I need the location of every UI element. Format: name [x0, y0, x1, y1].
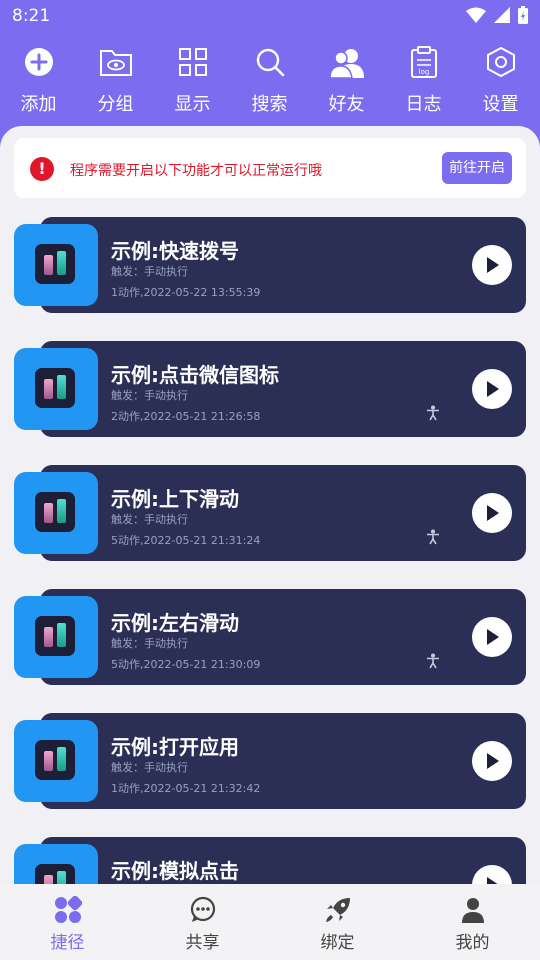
friends-icon	[329, 49, 364, 78]
gear-hex-icon	[486, 46, 515, 78]
run-button[interactable]	[472, 617, 512, 657]
shortcuts-icon	[54, 896, 82, 923]
card-title: 示例:打开应用	[111, 735, 239, 759]
card-meta: 1动作,2022-05-22 13:55:39	[111, 286, 261, 299]
run-button[interactable]	[472, 245, 512, 285]
log-icon: log	[410, 46, 437, 78]
card-trigger: 触发：手动执行	[111, 761, 188, 774]
play-icon	[487, 505, 499, 521]
nav-label: 我的	[455, 933, 490, 953]
status-icons	[466, 6, 528, 24]
nav-label: 共享	[185, 933, 220, 953]
toolbar: 添加 分组 显示 搜索 好友 log 日志 设置	[0, 42, 540, 120]
card-trigger: 触发：手动执行	[111, 637, 188, 650]
accessibility-icon	[427, 529, 439, 545]
accessibility-icon	[427, 653, 439, 669]
shortcut-card[interactable]: 示例:上下滑动触发：手动执行 5动作,2022-05-21 21:31:24	[14, 465, 526, 561]
shortcut-app-icon	[14, 720, 98, 802]
nav-mine[interactable]: 我的	[405, 884, 540, 960]
play-icon	[487, 629, 499, 645]
nav-label: 捷径	[50, 933, 85, 953]
shortcut-card[interactable]: 示例:点击微信图标触发：手动执行 2动作,2022-05-21 21:26:58	[14, 341, 526, 437]
search-icon	[256, 48, 284, 77]
shortcut-app-icon	[14, 472, 98, 554]
shortcut-card[interactable]: 示例:左右滑动触发：手动执行 5动作,2022-05-21 21:30:09	[14, 589, 526, 685]
plus-circle-icon	[24, 48, 53, 76]
tool-log[interactable]: log 日志	[385, 42, 462, 120]
nav-bind[interactable]: 绑定	[270, 884, 405, 960]
shortcut-app-icon	[14, 844, 98, 886]
play-icon	[487, 381, 499, 397]
play-icon	[487, 257, 499, 273]
status-bar: 8:21	[0, 0, 540, 34]
card-title: 示例:左右滑动	[111, 611, 239, 635]
rocket-icon	[325, 898, 350, 922]
signal-icon	[494, 7, 510, 23]
run-button[interactable]	[472, 741, 512, 781]
nav-shortcuts[interactable]: 捷径	[0, 884, 135, 960]
tool-display[interactable]: 显示	[154, 42, 231, 120]
card-meta: 5动作,2022-05-21 21:31:24	[111, 534, 261, 547]
nav-label: 绑定	[320, 933, 355, 953]
card-meta: 1动作,2022-05-21 21:32:42	[111, 782, 261, 795]
card-trigger: 触发：手动执行	[111, 389, 188, 402]
bottom-nav: 捷径 共享 绑定 我的	[0, 884, 540, 960]
shortcut-app-icon	[14, 596, 98, 678]
tool-group[interactable]: 分组	[77, 42, 154, 120]
card-trigger: 触发：手动执行	[111, 513, 188, 526]
card-title: 示例:模拟点击	[111, 859, 239, 883]
card-title: 示例:点击微信图标	[111, 363, 279, 387]
run-button[interactable]	[472, 369, 512, 409]
chat-icon	[190, 896, 215, 922]
play-icon	[487, 753, 499, 769]
accessibility-icon	[427, 405, 439, 421]
battery-icon	[518, 6, 528, 24]
tool-label: 搜索	[251, 94, 288, 115]
warning-icon: !	[30, 157, 54, 181]
shortcut-app-icon	[14, 224, 98, 306]
shortcut-card[interactable]: 示例:模拟点击触发：手动执行	[14, 837, 526, 886]
tool-label: 显示	[174, 94, 211, 115]
card-meta: 5动作,2022-05-21 21:30:09	[111, 658, 261, 671]
tool-friends[interactable]: 好友	[308, 42, 385, 120]
notice-text: 程序需要开启以下功能才可以正常运行哦	[70, 163, 322, 179]
shortcut-panel: ! 程序需要开启以下功能才可以正常运行哦 前往开启 示例:快速拨号触发：手动执行…	[0, 126, 540, 886]
run-button[interactable]	[472, 493, 512, 533]
folder-eye-icon	[99, 50, 132, 76]
tool-settings[interactable]: 设置	[462, 42, 539, 120]
shortcut-app-icon	[14, 348, 98, 430]
tool-label: 分组	[97, 94, 134, 115]
grid-icon	[178, 48, 207, 76]
tool-label: 添加	[20, 94, 57, 115]
permission-notice: ! 程序需要开启以下功能才可以正常运行哦 前往开启	[14, 138, 526, 198]
person-icon	[461, 898, 484, 923]
tool-label: 设置	[482, 94, 519, 115]
tool-label: 日志	[405, 94, 442, 115]
shortcut-card[interactable]: 示例:快速拨号触发：手动执行 1动作,2022-05-22 13:55:39	[14, 217, 526, 313]
svg-text:log: log	[418, 68, 429, 76]
tool-search[interactable]: 搜索	[231, 42, 308, 120]
wifi-icon	[466, 7, 486, 23]
tool-add[interactable]: 添加	[0, 42, 77, 120]
tool-label: 好友	[328, 94, 365, 115]
nav-share[interactable]: 共享	[135, 884, 270, 960]
card-title: 示例:上下滑动	[111, 487, 239, 511]
status-time: 8:21	[12, 6, 51, 26]
go-enable-button[interactable]: 前往开启	[442, 152, 512, 184]
card-trigger: 触发：手动执行	[111, 265, 188, 278]
shortcut-card[interactable]: 示例:打开应用触发：手动执行 1动作,2022-05-21 21:32:42	[14, 713, 526, 809]
card-meta: 2动作,2022-05-21 21:26:58	[111, 410, 261, 423]
card-title: 示例:快速拨号	[111, 239, 239, 263]
